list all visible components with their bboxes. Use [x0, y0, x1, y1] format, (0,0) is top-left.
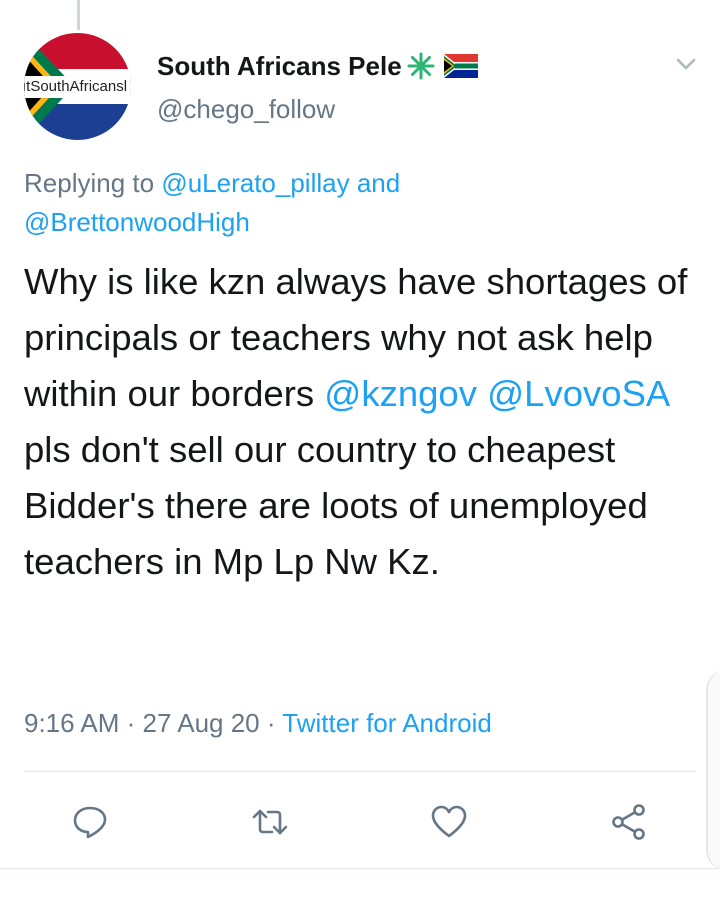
meta-separator: ·	[119, 708, 143, 738]
sparkle-icon	[407, 52, 435, 80]
tweet-date: 27 Aug 20	[142, 708, 260, 738]
retweet-button[interactable]	[242, 794, 298, 850]
meta-separator: ·	[259, 708, 283, 738]
reply-button[interactable]	[62, 794, 118, 850]
mention-link[interactable]: @kzngov	[324, 373, 477, 414]
reply-icon	[73, 806, 107, 839]
retweet-icon	[252, 809, 288, 835]
mention-link[interactable]: @LvovoSA	[487, 373, 668, 414]
like-button[interactable]	[421, 794, 477, 850]
tweet-metadata: 9:16 AM · 27 Aug 20 · Twitter for Androi…	[24, 708, 492, 739]
divider	[24, 771, 696, 772]
username-handle[interactable]: @chego_follow	[157, 94, 335, 125]
mention-link[interactable]: @uLerato_pillay	[161, 168, 349, 198]
tweet-text-part: pls don't sell our country to cheapest B…	[24, 429, 648, 582]
tweet-time: 9:16 AM	[24, 708, 120, 738]
share-icon	[612, 804, 645, 840]
avatar-caption: ıtSouthAfricansl	[24, 76, 131, 98]
share-button[interactable]	[601, 794, 657, 850]
replying-and: and	[349, 168, 401, 198]
author-name-row: South Africans Pele	[157, 46, 478, 86]
action-bar	[0, 794, 720, 850]
south-africa-flag-icon	[443, 54, 478, 78]
chevron-down-icon[interactable]	[672, 52, 700, 76]
tweet-text: Why is like kzn always have shortages of…	[24, 254, 704, 590]
display-name[interactable]: South Africans Pele	[157, 51, 402, 82]
mention-link[interactable]: @BrettonwoodHigh	[24, 207, 250, 237]
tweet-text-space	[477, 373, 487, 414]
avatar[interactable]: ıtSouthAfricansl	[24, 33, 131, 140]
tweet-source-link[interactable]: Twitter for Android	[282, 708, 492, 738]
heart-icon	[431, 805, 467, 838]
side-panel-edge	[706, 670, 720, 870]
replying-to-line: Replying to @uLerato_pillay and	[24, 168, 400, 199]
replying-to-label: Replying to	[24, 168, 162, 198]
bottom-divider	[0, 868, 720, 869]
thread-connector-line	[77, 0, 80, 30]
replying-to-line-2: @BrettonwoodHigh	[24, 207, 250, 238]
